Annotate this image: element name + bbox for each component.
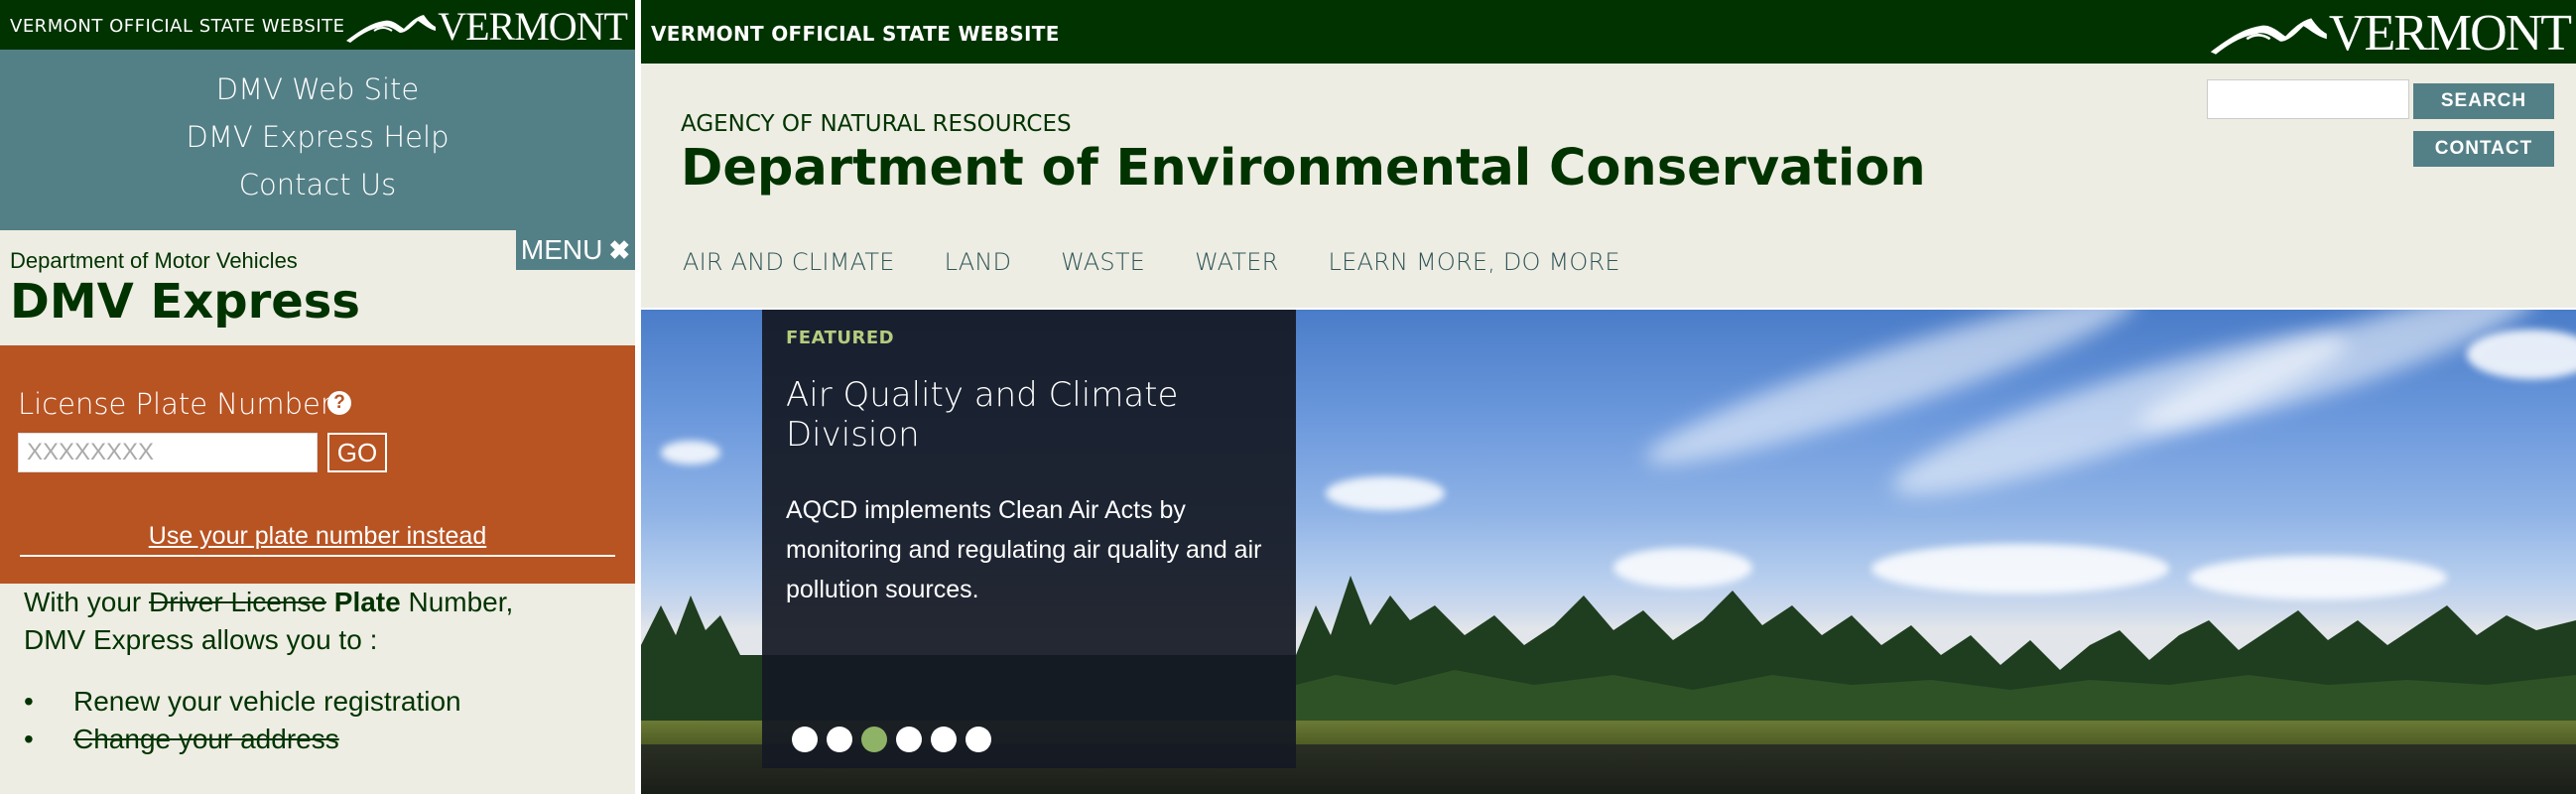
page-title: Department of Environmental Conservation [681, 139, 1926, 198]
nav-dmv-express-help[interactable]: DMV Express Help [0, 113, 635, 161]
carousel-dot-1[interactable] [792, 727, 818, 752]
vermont-logo-link[interactable]: VERMONT [344, 3, 628, 50]
cloud [1326, 476, 1445, 510]
plate-number-label: License Plate Number [18, 387, 332, 421]
carousel-dot-2[interactable] [827, 727, 852, 752]
hero-carousel-image: FEATURED Air Quality and Climate Divisio… [641, 310, 2576, 794]
featured-description: AQCD implements Clean Air Acts by monito… [786, 496, 1262, 603]
carousel-dot-3[interactable] [861, 727, 887, 752]
plate-number-input[interactable] [18, 433, 318, 472]
intro-struck-text: Driver License [149, 587, 326, 617]
vermont-wordmark: VERMONT [2328, 5, 2572, 62]
divider-line [20, 555, 615, 557]
intro-bold-text: Plate [333, 587, 401, 617]
carousel-dots [792, 727, 991, 752]
nav-water[interactable]: WATER [1195, 248, 1278, 276]
intro-text: With your Driver License Plate Number, D… [24, 584, 611, 659]
plate-lookup-form: License Plate Number ? GO Use your plate… [0, 345, 635, 584]
nav-waste[interactable]: WASTE [1061, 248, 1145, 276]
search-input[interactable] [2207, 79, 2409, 119]
vermont-state-bar: VERMONT OFFICIAL STATE WEBSITE VERMONT [0, 0, 635, 50]
featured-tag: FEATURED [786, 328, 895, 348]
cloud [2467, 330, 2576, 379]
department-name: Department of Motor Vehicles [10, 248, 298, 273]
search-button[interactable]: SEARCH [2413, 83, 2554, 119]
vermont-logo-link[interactable]: VERMONT [2208, 4, 2572, 63]
list-item: Renew your vehicle registration [24, 683, 611, 721]
nav-land[interactable]: LAND [945, 248, 1012, 276]
nav-dmv-web-site[interactable]: DMV Web Site [0, 66, 635, 113]
official-site-text: VERMONT OFFICIAL STATE WEBSITE [651, 22, 1060, 46]
go-button[interactable]: GO [327, 433, 387, 472]
dmv-intro: With your Driver License Plate Number, D… [0, 584, 635, 758]
vermont-wordmark: VERMONT [438, 4, 628, 49]
dmv-express-panel: VERMONT OFFICIAL STATE WEBSITE VERMONT D… [0, 0, 635, 794]
vermont-state-bar: VERMONT OFFICIAL STATE WEBSITE VERMONT [641, 0, 2576, 64]
dec-header: SEARCH CONTACT AGENCY OF NATURAL RESOURC… [641, 64, 2576, 310]
intro-post: Number, [400, 587, 514, 617]
vermont-mountain-logo-icon [2210, 17, 2327, 55]
nav-air-and-climate[interactable]: AIR AND CLIMATE [683, 248, 895, 276]
list-item-text: Change your address [73, 724, 339, 754]
question-circle-icon[interactable]: ? [327, 391, 351, 415]
cloud [661, 441, 720, 464]
carousel-dot-5[interactable] [931, 727, 957, 752]
nav-learn-more-do-more[interactable]: LEARN MORE, DO MORE [1329, 248, 1620, 276]
feature-list: Renew your vehicle registration Change y… [24, 683, 611, 758]
agency-name: AGENCY OF NATURAL RESOURCES [681, 111, 1072, 137]
page-title: DMV Express [10, 274, 360, 330]
vermont-mountain-logo-icon [346, 14, 437, 43]
carousel-dot-6[interactable] [966, 727, 991, 752]
carousel-dot-4[interactable] [896, 727, 922, 752]
dmv-nav: DMV Web Site DMV Express Help Contact Us [0, 50, 635, 230]
contact-button[interactable]: CONTACT [2413, 131, 2554, 167]
featured-card[interactable]: FEATURED Air Quality and Climate Divisio… [762, 310, 1296, 768]
menu-label: MENU [520, 234, 603, 265]
close-icon: ✖ [608, 234, 631, 265]
featured-title[interactable]: Air Quality and Climate Division [786, 375, 1242, 455]
menu-toggle-button[interactable]: MENU ✖ [516, 230, 635, 270]
list-item-text: Renew your vehicle registration [73, 686, 461, 717]
intro-line2: DMV Express allows you to : [24, 624, 378, 655]
intro-pre: With your [24, 587, 150, 617]
nav-contact-us[interactable]: Contact Us [0, 161, 635, 208]
official-site-text: VERMONT OFFICIAL STATE WEBSITE [10, 16, 345, 37]
dec-site-panel: VERMONT OFFICIAL STATE WEBSITE VERMONT S… [641, 0, 2576, 794]
use-plate-number-link[interactable]: Use your plate number instead [20, 522, 615, 551]
main-nav: AIR AND CLIMATE LAND WASTE WATER LEARN M… [683, 248, 1620, 276]
list-item: Change your address [24, 721, 611, 758]
dmv-header: MENU ✖ Department of Motor Vehicles DMV … [0, 230, 635, 345]
